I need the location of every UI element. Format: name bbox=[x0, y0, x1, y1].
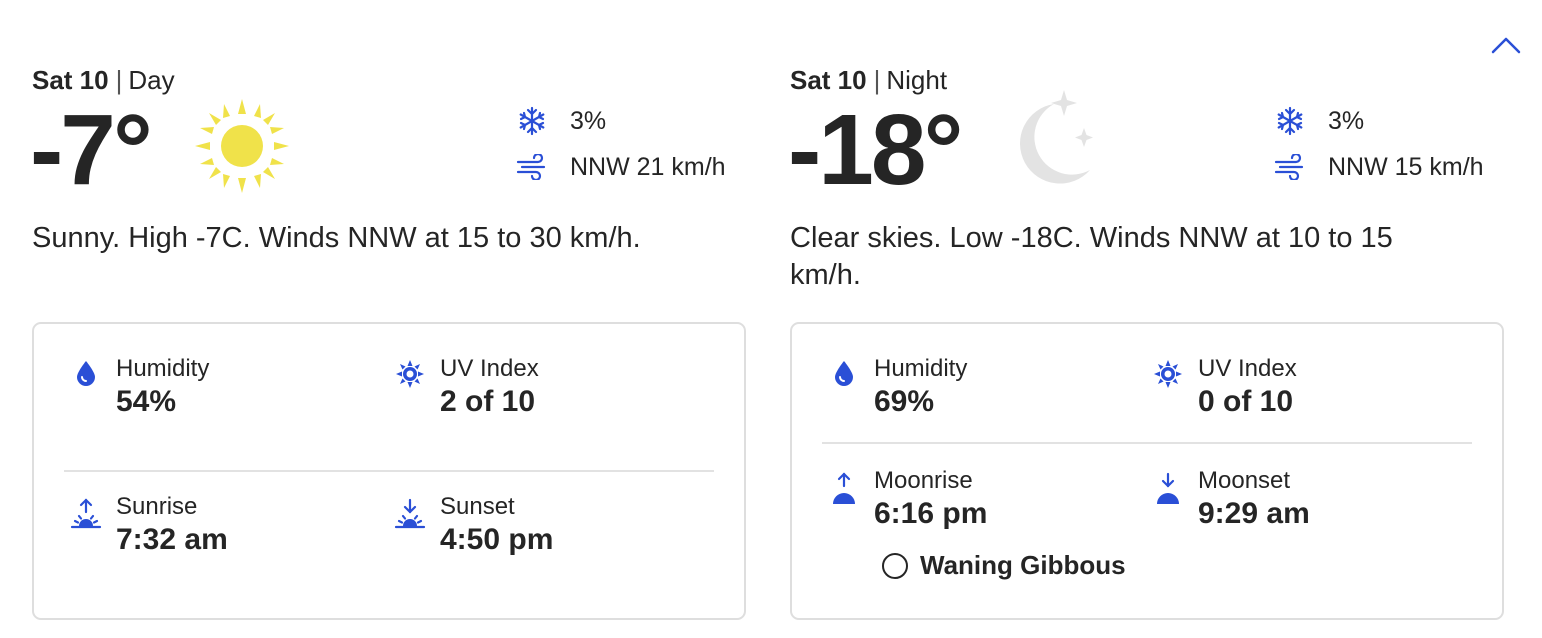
day-precip-row: 3% bbox=[514, 98, 726, 144]
snowflake-icon bbox=[1272, 106, 1308, 136]
uv-sun-icon bbox=[380, 354, 440, 420]
night-narrative: Clear skies. Low -18C. Winds NNW at 10 t… bbox=[790, 222, 1393, 291]
moon-stars-icon bbox=[1019, 90, 1093, 184]
moonrise-label: Moonrise bbox=[874, 467, 973, 494]
sunrise-label: Sunrise bbox=[116, 493, 198, 520]
night-precip-chance: 3% bbox=[1328, 106, 1365, 135]
sunrise-value: 7:32 am bbox=[116, 523, 228, 556]
uv-sun-icon bbox=[1138, 354, 1198, 420]
day-wind: NNW 21 km/h bbox=[570, 152, 726, 181]
details-divider bbox=[822, 442, 1472, 444]
night-period-label: Night bbox=[886, 65, 948, 95]
humidity-label: Humidity bbox=[116, 355, 210, 382]
night-wind-row: NNW 15 km/h bbox=[1272, 144, 1484, 190]
sunset-icon bbox=[380, 492, 440, 558]
moon-phase: Waning Gibbous bbox=[882, 550, 1126, 581]
night-temperature: -18° bbox=[788, 94, 964, 206]
heading-separator: | bbox=[873, 65, 881, 95]
moonrise-value: 6:16 pm bbox=[874, 497, 988, 530]
moonset-icon bbox=[1138, 466, 1198, 532]
night-date-label: Sat 10 bbox=[790, 65, 867, 95]
moon-phase-icon bbox=[882, 552, 908, 579]
uv-index-label: UV Index bbox=[1198, 355, 1297, 382]
collapse-chevron-button[interactable] bbox=[1488, 30, 1524, 60]
uv-index-label: UV Index bbox=[440, 355, 539, 382]
night-temperature-row: -18° 3% NNW 15 km/h bbox=[788, 90, 1506, 222]
humidity-value: 69% bbox=[874, 385, 935, 418]
sunrise-icon bbox=[56, 492, 116, 558]
day-sunrise: Sunrise 7:32 am bbox=[56, 492, 228, 558]
day-temperature-row: -7° 3% NNW 21 km/h bbox=[30, 94, 748, 222]
sun-icon bbox=[195, 99, 289, 193]
moonset-value: 9:29 am bbox=[1198, 497, 1310, 530]
day-side-stats: 3% NNW 21 km/h bbox=[514, 98, 726, 190]
day-wind-row: NNW 21 km/h bbox=[514, 144, 726, 190]
night-humidity: Humidity 69% bbox=[814, 354, 967, 420]
uv-index-value: 0 of 10 bbox=[1198, 385, 1294, 418]
moon-phase-label: Waning Gibbous bbox=[920, 550, 1126, 580]
day-sunset: Sunset 4:50 pm bbox=[380, 492, 553, 558]
day-details-card: Humidity 54% UV Index 2 of 10 Sunrise 7:… bbox=[32, 322, 746, 620]
sunset-label: Sunset bbox=[440, 493, 515, 520]
day-uv-index: UV Index 2 of 10 bbox=[380, 354, 539, 420]
night-details-card: Humidity 69% UV Index 0 of 10 Moonrise 6… bbox=[790, 322, 1504, 620]
chevron-up-icon bbox=[1491, 37, 1521, 54]
day-precip-chance: 3% bbox=[570, 106, 607, 135]
details-divider bbox=[64, 470, 714, 472]
night-side-stats: 3% NNW 15 km/h bbox=[1272, 98, 1484, 190]
day-narrative: Sunny. High -7C. Winds NNW at 15 to 30 k… bbox=[32, 222, 641, 254]
day-period-label: Day bbox=[128, 65, 175, 95]
day-date-label: Sat 10 bbox=[32, 65, 109, 95]
moonrise-icon bbox=[814, 466, 874, 532]
wind-icon bbox=[1272, 152, 1308, 182]
uv-index-value: 2 of 10 bbox=[440, 385, 536, 418]
night-wind: NNW 15 km/h bbox=[1328, 152, 1484, 181]
night-precip-row: 3% bbox=[1272, 98, 1484, 144]
humidity-drop-icon bbox=[56, 354, 116, 420]
wind-icon bbox=[514, 152, 550, 182]
day-temperature: -7° bbox=[30, 94, 153, 206]
humidity-value: 54% bbox=[116, 385, 177, 418]
sunset-value: 4:50 pm bbox=[440, 523, 554, 556]
heading-separator: | bbox=[115, 65, 123, 95]
snowflake-icon bbox=[514, 106, 550, 136]
night-uv-index: UV Index 0 of 10 bbox=[1138, 354, 1297, 420]
humidity-drop-icon bbox=[814, 354, 874, 420]
night-moonrise: Moonrise 6:16 pm bbox=[814, 466, 987, 532]
night-moonset: Moonset 9:29 am bbox=[1138, 466, 1310, 532]
moonset-label: Moonset bbox=[1198, 467, 1291, 494]
night-forecast-panel: Sat 10 | Night -18° 3% NNW 15 km/h Clear… bbox=[788, 60, 1506, 620]
day-forecast-panel: Sat 10 | Day -7° 3% NNW 21 km/h Sunny. H… bbox=[30, 60, 748, 620]
day-humidity: Humidity 54% bbox=[56, 354, 209, 420]
humidity-label: Humidity bbox=[874, 355, 968, 382]
